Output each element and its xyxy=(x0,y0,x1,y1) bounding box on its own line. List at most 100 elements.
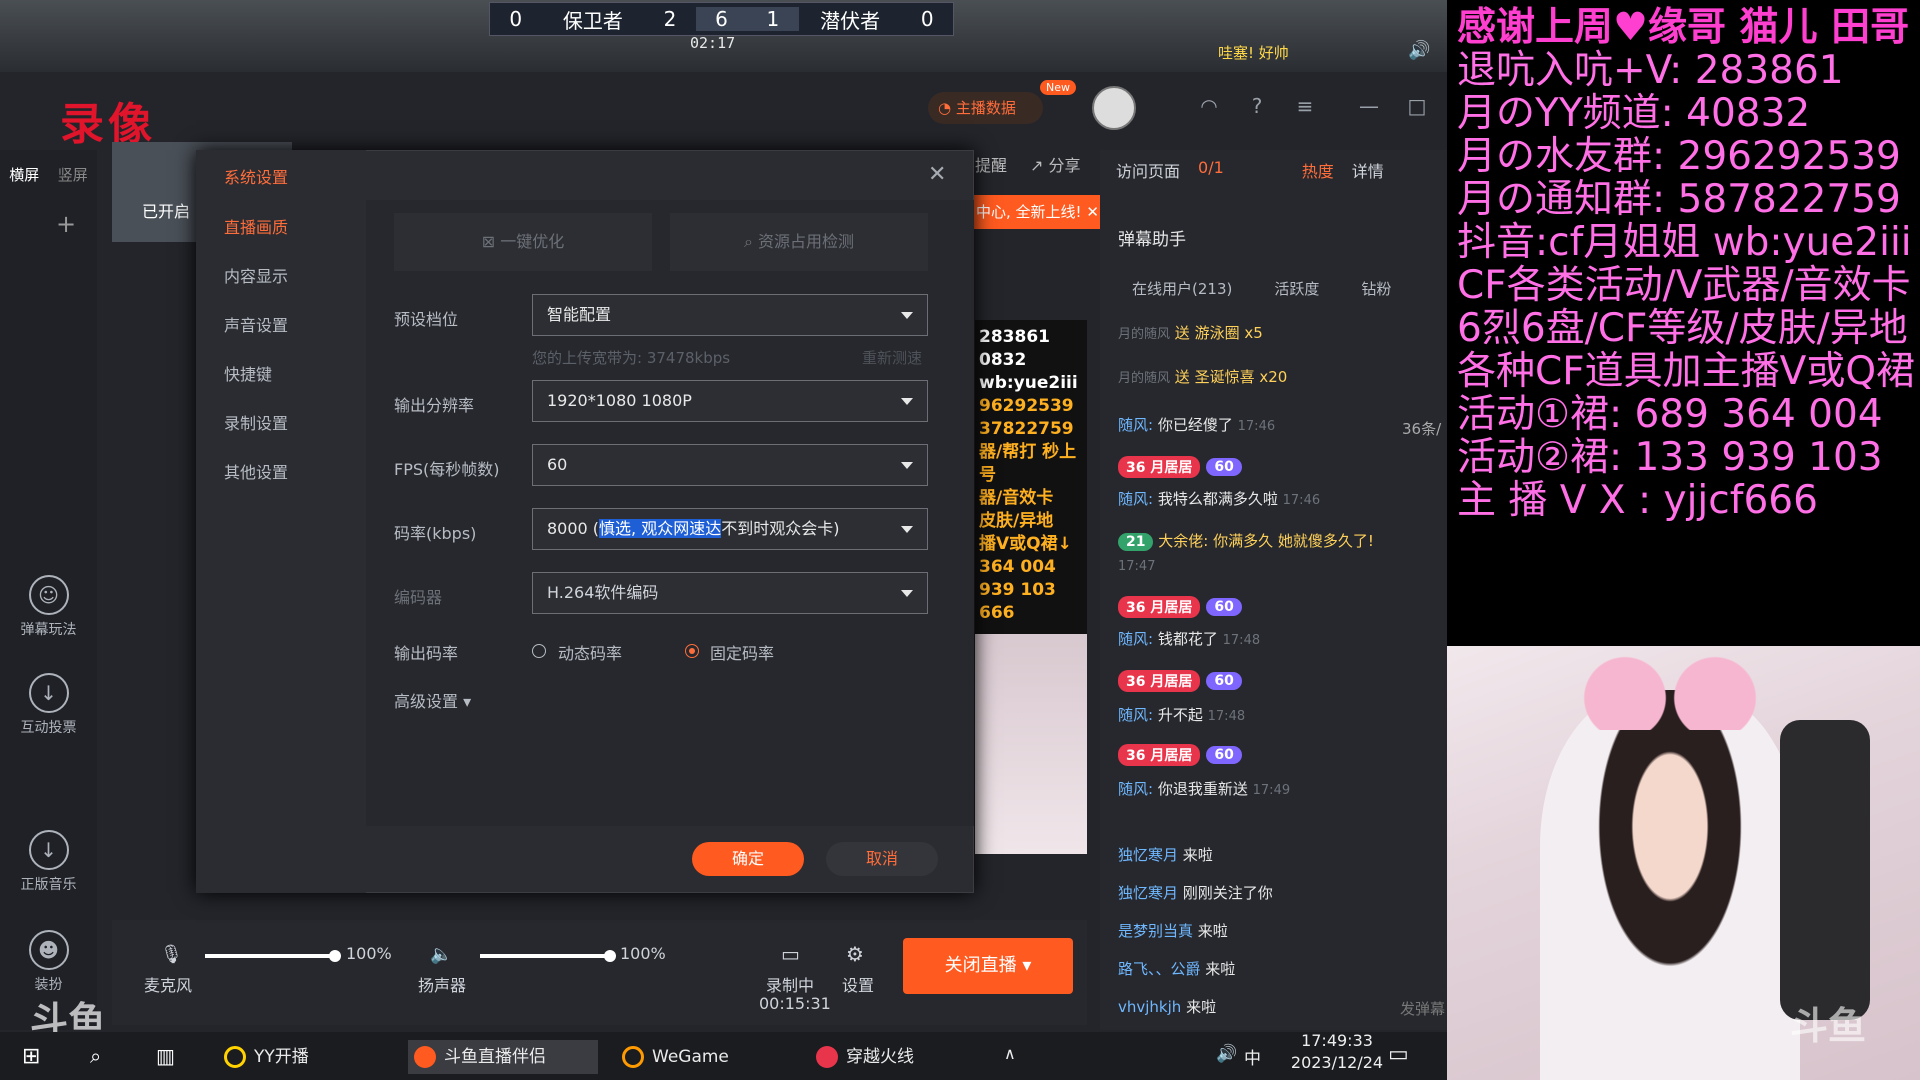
nav-live-quality[interactable]: 直播画质 xyxy=(224,214,288,238)
windows-start-icon[interactable]: ⊞ xyxy=(22,1044,40,1069)
speaker-icon[interactable]: 🔈 xyxy=(430,944,452,965)
tab-online-users[interactable]: 在线用户(213) xyxy=(1132,278,1232,299)
chat-user[interactable]: 大余佬: xyxy=(1158,532,1208,550)
speaker-slider[interactable] xyxy=(480,954,610,958)
nav-other[interactable]: 其他设置 xyxy=(224,459,288,483)
douyu-watermark: 斗鱼 xyxy=(1790,1004,1867,1048)
taskbar-wegame[interactable]: WeGame xyxy=(616,1040,729,1074)
fixed-rate-label[interactable]: 固定码率 xyxy=(710,640,774,664)
taskbar-label: YY开播 xyxy=(254,1047,309,1067)
join-user[interactable]: 路飞、、公爵 xyxy=(1118,960,1201,978)
join-user[interactable]: 独忆寒月 xyxy=(1118,884,1178,902)
mic-slider[interactable] xyxy=(205,954,335,958)
preset-label: 预设档位 xyxy=(394,310,459,329)
hot-label[interactable]: 热度 xyxy=(1302,158,1334,182)
minimize-icon[interactable]: — xyxy=(1356,94,1382,120)
encoder-select[interactable]: H.264软件编码 xyxy=(532,572,928,614)
resolution-select[interactable]: 1920*1080 1080P xyxy=(532,380,928,422)
taskbar-yy[interactable]: YY开播 xyxy=(218,1040,309,1074)
menu-icon[interactable]: ≡ xyxy=(1292,94,1318,120)
fps-select[interactable]: 60 xyxy=(532,444,928,486)
join-user[interactable]: vhvjhkjh xyxy=(1118,998,1181,1016)
nav-hotkeys[interactable]: 快捷键 xyxy=(224,361,272,385)
send-danmu-input[interactable]: 发弹幕 xyxy=(1400,998,1445,1019)
preset-select[interactable]: 智能配置 xyxy=(532,294,928,336)
music-button[interactable]: ↓ 正版音乐 xyxy=(0,830,97,894)
join-user[interactable]: 独忆寒月 xyxy=(1118,846,1178,864)
visit-label[interactable]: 访问页面 xyxy=(1116,158,1180,182)
tab-activity[interactable]: 活跃度 xyxy=(1274,278,1319,299)
danmu-play-button[interactable]: ☺ 弹幕玩法 xyxy=(0,575,97,639)
join-user[interactable]: 是梦别当真 xyxy=(1118,922,1193,940)
tab-landscape[interactable]: 横屏 xyxy=(0,160,49,189)
bitrate-select[interactable]: 8000 (慎选, 观众网速达不到时观众会卡) xyxy=(532,508,928,550)
fixed-rate-radio[interactable] xyxy=(685,644,699,658)
dynamic-rate-label[interactable]: 动态码率 xyxy=(558,640,622,664)
orientation-tabs: 横屏 竖屏 xyxy=(0,160,97,189)
chat-user[interactable]: 随风: xyxy=(1118,630,1153,648)
speaker-slider-knob[interactable] xyxy=(604,950,616,962)
fan-name: 月居居 xyxy=(1150,600,1193,616)
danmu-play-label: 弹幕玩法 xyxy=(20,622,77,638)
taskbar-douyu[interactable]: 斗鱼直播伴侣 xyxy=(408,1040,598,1074)
maximize-icon[interactable]: □ xyxy=(1404,94,1430,120)
chevron-down-icon xyxy=(901,398,913,405)
retest-link[interactable]: 重新测速 xyxy=(862,347,922,368)
taskbar-clock[interactable]: 17:49:33 2023/12/24 xyxy=(1282,1030,1392,1074)
taskbar-label: 穿越火线 xyxy=(846,1047,914,1067)
chat-user[interactable]: 随风: xyxy=(1118,416,1153,434)
tab-portrait[interactable]: 竖屏 xyxy=(49,160,98,189)
close-live-button[interactable]: 关闭直播 ▾ xyxy=(903,938,1073,994)
avatar[interactable] xyxy=(1092,86,1136,130)
overlay-line: 6烈6盘/CF等级/皮肤/异地 xyxy=(1457,306,1908,351)
vip-badge: 60 xyxy=(1206,598,1242,616)
dynamic-rate-radio[interactable] xyxy=(532,644,546,658)
mic-icon[interactable]: 🎙 xyxy=(160,944,183,965)
vote-button[interactable]: ↓ 互动投票 xyxy=(0,673,97,737)
chevron-down-icon xyxy=(901,526,913,533)
add-scene-icon[interactable]: + xyxy=(56,210,76,238)
headset-icon[interactable]: ◠ xyxy=(1196,94,1222,120)
advanced-settings-toggle[interactable]: 高级设置 ▾ xyxy=(394,688,471,712)
chat-user[interactable]: 随风: xyxy=(1118,780,1153,798)
upload-bandwidth-hint: 您的上传宽带为: 37478kbps xyxy=(532,349,731,367)
record-icon[interactable]: ▭ xyxy=(781,942,800,966)
nav-recording[interactable]: 录制设置 xyxy=(224,410,288,434)
anchor-data-button[interactable]: ◔ 主播数据 xyxy=(928,92,1043,124)
nav-sound[interactable]: 声音设置 xyxy=(224,312,288,336)
taskbar-cf[interactable]: 穿越火线 xyxy=(810,1040,914,1074)
mic-slider-knob[interactable] xyxy=(329,950,341,962)
resource-check-button[interactable]: ⌕ 资源占用检测 xyxy=(670,213,928,271)
close-icon[interactable]: ✕ xyxy=(928,162,946,187)
chat-user[interactable]: 随风: xyxy=(1118,490,1153,508)
chat-user[interactable]: 随风: xyxy=(1118,706,1153,724)
ime-indicator[interactable]: 中 xyxy=(1244,1044,1261,1069)
search-icon[interactable]: ⌕ xyxy=(90,1044,101,1068)
reminder-tab[interactable]: 提醒 xyxy=(975,152,1007,176)
share-tab[interactable]: ↗ 分享 xyxy=(1030,152,1081,176)
fan-name: 月居居 xyxy=(1150,674,1193,690)
volume-tray-icon[interactable]: 🔊 xyxy=(1216,1044,1237,1064)
settings-gear-icon[interactable]: ⚙ xyxy=(846,942,864,966)
gift-count: x20 xyxy=(1259,368,1288,386)
notification-icon[interactable]: ▭ xyxy=(1388,1042,1409,1067)
help-icon[interactable]: ? xyxy=(1244,94,1270,120)
chat-title: 弹幕助手 xyxy=(1118,230,1186,250)
task-view-icon[interactable]: ▥ xyxy=(156,1044,175,1068)
cancel-button[interactable]: 取消 xyxy=(826,842,938,876)
cf-icon xyxy=(816,1046,838,1068)
settings-sidebar xyxy=(196,150,366,893)
one-click-optimize-button[interactable]: ⊠ 一键优化 xyxy=(394,213,652,271)
nav-content-display[interactable]: 内容显示 xyxy=(224,263,288,287)
taskbar-label: WeGame xyxy=(652,1047,729,1067)
decor-button[interactable]: ☻ 装扮 xyxy=(0,930,97,994)
settings-label[interactable]: 设置 xyxy=(842,972,874,996)
bitrate-label: 码率(kbps) xyxy=(394,524,477,543)
close-icon[interactable]: ✕ xyxy=(1086,203,1099,221)
chat-text: 我特么都满多久啦 xyxy=(1157,490,1278,508)
overlay-line: 感谢上周♥缘哥 猫儿 田哥 xyxy=(1457,5,1910,50)
ok-button[interactable]: 确定 xyxy=(692,842,804,876)
tray-expand-icon[interactable]: ∧ xyxy=(1004,1044,1016,1063)
tab-diamond-fans[interactable]: 钻粉 xyxy=(1361,278,1391,299)
detail-label[interactable]: 详情 xyxy=(1352,158,1384,182)
